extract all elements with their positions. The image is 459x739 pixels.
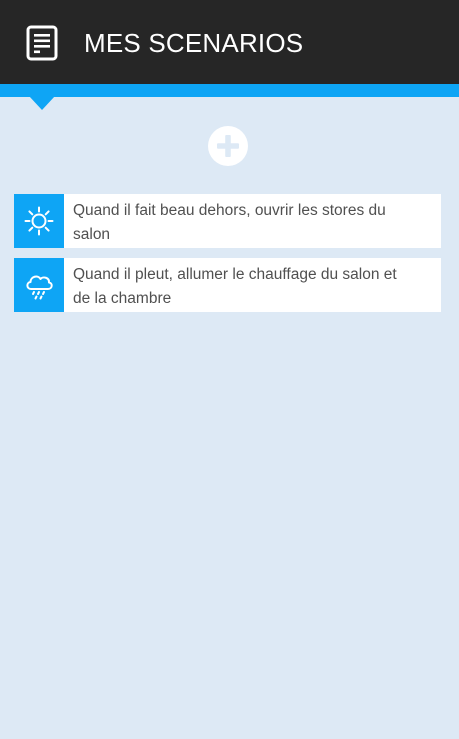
scenario-text: Quand il fait beau dehors, ouvrir les st…	[73, 202, 386, 243]
accent-bar	[0, 84, 459, 97]
document-list-icon[interactable]	[24, 25, 60, 61]
page-title: MES SCENARIOS	[84, 28, 304, 58]
rain-cloud-icon	[26, 275, 53, 300]
scenario-item-sunny[interactable]: Quand il fait beau dehors, ouvrir les st…	[14, 194, 441, 248]
sun-icon	[24, 206, 54, 236]
scenario-item-rain[interactable]: Quand il pleut, allumer le chauffage du …	[14, 258, 441, 312]
menu-pointer	[29, 96, 55, 110]
scenario-text: Quand il pleut, allumer le chauffage du …	[73, 266, 397, 307]
scenario-list: Quand il fait beau dehors, ouvrir les st…	[14, 194, 441, 322]
scenario-icon-box	[14, 194, 64, 248]
app-header: MES SCENARIOS	[0, 0, 459, 84]
plus-circle-icon	[208, 126, 248, 166]
scenario-icon-box	[14, 258, 64, 312]
add-scenario-button[interactable]	[207, 125, 249, 167]
